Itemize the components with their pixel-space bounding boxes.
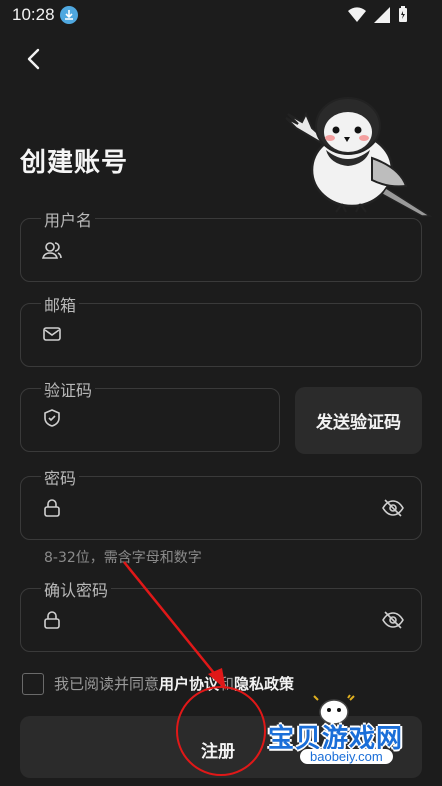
- status-icons: [348, 6, 408, 23]
- page-title: 创建账号: [20, 148, 129, 178]
- lock-icon: [44, 499, 60, 517]
- verification-code-label: 验证码: [41, 377, 96, 401]
- password-field[interactable]: [20, 476, 422, 540]
- username-label: 用户名: [41, 207, 96, 231]
- lock-icon: [44, 611, 60, 629]
- eye-off-icon[interactable]: [381, 498, 405, 518]
- watermark-url: baobeiy.com: [300, 749, 393, 764]
- annotation-circle: [176, 686, 266, 776]
- password-label: 密码: [41, 465, 80, 489]
- agree-checkbox[interactable]: [22, 673, 44, 695]
- bird-mascot-icon: [285, 97, 433, 217]
- email-label: 邮箱: [41, 292, 80, 316]
- download-icon: [60, 6, 78, 24]
- battery-icon: [399, 6, 407, 22]
- agreement-prefix: 我已阅读并同意: [54, 675, 160, 693]
- mail-icon: [43, 327, 61, 341]
- confirm-password-label: 确认密码: [41, 577, 112, 601]
- back-button[interactable]: [22, 46, 46, 72]
- eye-off-icon[interactable]: [381, 610, 405, 630]
- status-time: 10:28: [12, 5, 55, 24]
- email-field[interactable]: [20, 303, 422, 367]
- send-code-button[interactable]: 发送验证码: [295, 387, 422, 454]
- user-icon: [42, 242, 62, 259]
- privacy-link[interactable]: 隐私政策: [234, 675, 294, 693]
- wifi-icon: [348, 6, 366, 22]
- signal-icon: [374, 6, 390, 23]
- password-hint: 8-32位，需含字母和数字: [44, 550, 202, 566]
- shield-icon: [44, 409, 60, 427]
- chevron-left-icon: [27, 48, 40, 70]
- agreement-text: 我已阅读并同意用户协议和隐私政策: [54, 673, 294, 694]
